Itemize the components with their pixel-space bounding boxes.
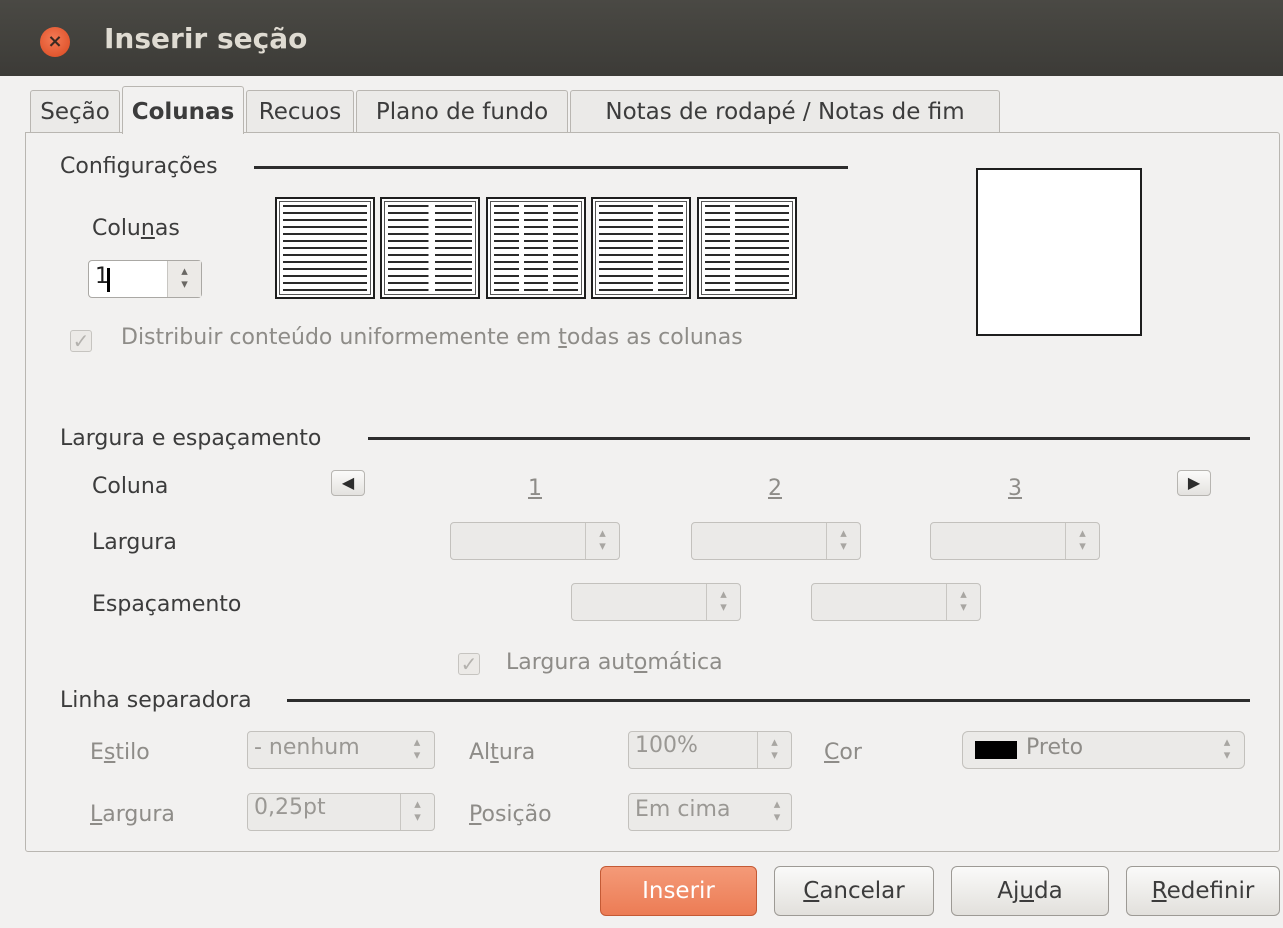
auto-width-checkbox[interactable]: ✓: [458, 653, 480, 675]
line-width-label: Largura: [90, 802, 175, 827]
spin-arrows-icon[interactable]: ▴ ▾: [400, 794, 434, 830]
style-select[interactable]: - nenhum ▴ ▾: [247, 731, 435, 769]
width-label: Largura: [92, 530, 177, 555]
section-title-width-spacing: Largura e espaçamento: [60, 426, 322, 451]
spin-arrows-icon[interactable]: ▴ ▾: [826, 523, 860, 559]
tab-plano-de-fundo[interactable]: Plano de fundo: [356, 90, 568, 132]
spin-arrows-icon[interactable]: ▴ ▾: [1065, 523, 1099, 559]
section-title-separator: Linha separadora: [60, 688, 252, 713]
distribute-label: Distribuir conteúdo uniformemente em tod…: [121, 325, 743, 350]
text-cursor: [107, 268, 110, 292]
window-title: Inserir seção: [104, 22, 308, 55]
spin-arrows-icon[interactable]: ▴ ▾: [167, 261, 201, 297]
cancel-button[interactable]: Cancelar: [774, 866, 934, 916]
spacing-spinbox-2[interactable]: ▴ ▾: [811, 583, 981, 621]
preset-2-columns-icon[interactable]: [380, 197, 480, 299]
preset-1-column-icon[interactable]: [275, 197, 375, 299]
columns-label: Colunas: [92, 216, 180, 241]
auto-width-label: Largura automática: [506, 650, 723, 675]
position-select[interactable]: Em cima ▴ ▾: [628, 793, 792, 831]
position-label: Posição: [469, 802, 552, 827]
spin-arrows-icon[interactable]: ▴ ▾: [757, 732, 791, 768]
section-rule: [254, 166, 848, 169]
page-preview: [976, 168, 1142, 336]
tab-notas[interactable]: Notas de rodapé / Notas de fim: [570, 90, 1000, 132]
arrow-left-icon[interactable]: ◀: [331, 470, 365, 496]
section-rule: [287, 699, 1250, 702]
preset-3-columns-icon[interactable]: [486, 197, 586, 299]
spacing-label: Espaçamento: [92, 592, 242, 617]
insert-button[interactable]: Inserir: [600, 866, 757, 916]
color-select[interactable]: Preto ▴ ▾: [962, 731, 1245, 769]
width-spinbox-1[interactable]: ▴ ▾: [450, 522, 620, 560]
line-width-spinbox[interactable]: 0,25pt ▴ ▾: [247, 793, 435, 831]
column-number-3: 3: [1008, 476, 1022, 501]
spacing-spinbox-1[interactable]: ▴ ▾: [571, 583, 741, 621]
select-arrows-icon[interactable]: ▴ ▾: [763, 794, 791, 830]
color-swatch: [975, 741, 1017, 759]
column-label: Coluna: [92, 474, 169, 499]
width-spinbox-3[interactable]: ▴ ▾: [930, 522, 1100, 560]
width-spinbox-2[interactable]: ▴ ▾: [691, 522, 861, 560]
arrow-right-icon[interactable]: ▶: [1177, 470, 1211, 496]
select-arrows-icon[interactable]: ▴ ▾: [400, 732, 434, 768]
section-rule: [368, 437, 1250, 440]
title-bar: × Inserir seção: [0, 0, 1283, 76]
spin-arrows-icon[interactable]: ▴ ▾: [706, 584, 740, 620]
help-button[interactable]: Ajuda: [951, 866, 1109, 916]
tab-colunas[interactable]: Colunas: [122, 86, 244, 134]
tab-secao[interactable]: Seção: [30, 90, 120, 132]
column-number-1: 1: [528, 476, 542, 501]
reset-button[interactable]: Redefinir: [1126, 866, 1280, 916]
style-label: Estilo: [90, 740, 150, 765]
color-label: Cor: [824, 740, 862, 765]
spin-arrows-icon[interactable]: ▴ ▾: [946, 584, 980, 620]
tab-recuos[interactable]: Recuos: [246, 90, 354, 132]
select-arrows-icon[interactable]: ▴ ▾: [1210, 732, 1244, 768]
preset-2-columns-right-icon[interactable]: [697, 197, 797, 299]
height-label: Altura: [469, 740, 536, 765]
spin-arrows-icon[interactable]: ▴ ▾: [585, 523, 619, 559]
column-number-2: 2: [768, 476, 782, 501]
section-title-settings: Configurações: [60, 154, 218, 179]
preset-2-columns-left-icon[interactable]: [591, 197, 691, 299]
height-spinbox[interactable]: 100% ▴ ▾: [628, 731, 792, 769]
columns-spinbox[interactable]: 1 ▴ ▾: [88, 260, 202, 298]
close-icon[interactable]: ×: [40, 27, 70, 57]
distribute-checkbox[interactable]: ✓: [70, 330, 92, 352]
